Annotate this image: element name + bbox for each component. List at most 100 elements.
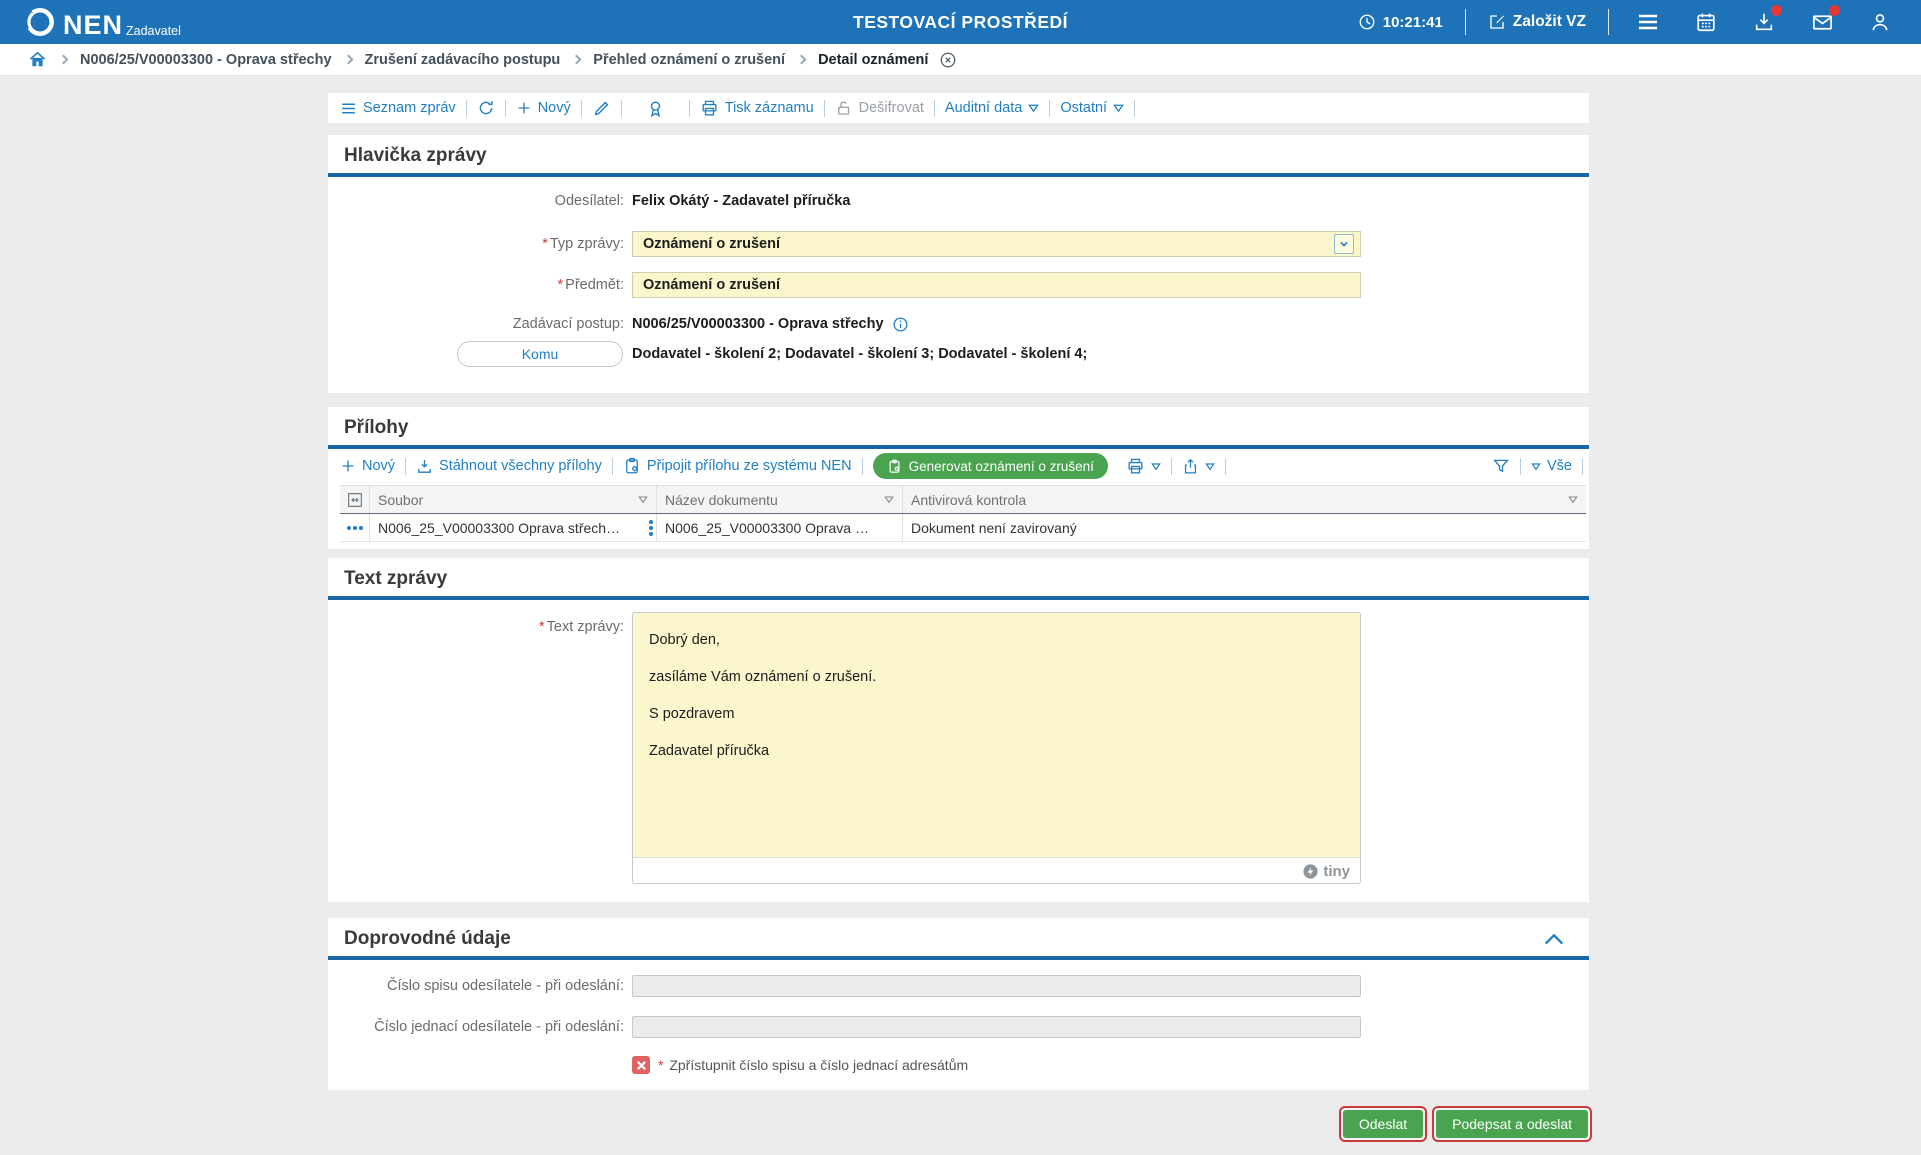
- triangle-down-icon: [1531, 462, 1541, 471]
- attachment-export-dropdown[interactable]: [1182, 458, 1215, 475]
- new-message-button[interactable]: Nový: [516, 100, 571, 116]
- decrypt-button[interactable]: Dešifrovat: [835, 99, 924, 117]
- topbar-controls: 10:21:41 Založit VZ: [1358, 0, 1893, 44]
- cell-antivirus: Dokument není zavirovaný: [903, 514, 1586, 541]
- section-underline: [328, 173, 1589, 177]
- ref-number-row: Číslo jednací odesílatele - při odeslání…: [328, 1016, 1589, 1038]
- editor-content[interactable]: Dobrý den, zasíláme Vám oznámení o zruše…: [633, 613, 1360, 857]
- recipients-value: Dodavatel - školení 2; Dodavatel - škole…: [632, 346, 1087, 362]
- row-menu-dots-icon: [347, 526, 351, 530]
- collapse-section-button[interactable]: [1543, 930, 1565, 953]
- close-tab-button[interactable]: [939, 51, 957, 69]
- info-icon[interactable]: [892, 316, 909, 333]
- printer-icon: [700, 99, 719, 118]
- generate-cancellation-button[interactable]: Generovat oznámení o zrušení: [873, 453, 1108, 479]
- section-message-text: Text zprávy *Text zprávy: Dobrý den, zas…: [328, 558, 1589, 902]
- triangle-down-icon: [1151, 462, 1161, 471]
- audit-data-dropdown[interactable]: Auditní data: [945, 100, 1039, 116]
- breadcrumb-item-overview[interactable]: Přehled oznámení o zrušení: [593, 52, 785, 68]
- procedure-label: Zadávací postup:: [328, 316, 624, 332]
- row-menu-button[interactable]: [340, 514, 370, 541]
- column-header-nazev[interactable]: Název dokumentu: [657, 486, 903, 513]
- message-type-label: *Typ zprávy:: [328, 236, 624, 252]
- downloads-button[interactable]: [1751, 9, 1777, 35]
- funnel-icon: [1492, 457, 1510, 475]
- person-icon: [1869, 11, 1891, 33]
- breadcrumb-item-cancellation[interactable]: Zrušení zadávacího postupu: [365, 52, 561, 68]
- refresh-button[interactable]: [477, 99, 495, 117]
- calendar-button[interactable]: [1693, 9, 1719, 35]
- column-filter-icon[interactable]: [638, 495, 648, 504]
- refresh-icon: [477, 99, 495, 117]
- messages-button[interactable]: [1809, 9, 1835, 35]
- cell-doc-name: N006_25_V00003300 Oprava střechy ...: [657, 514, 903, 541]
- nen-logo[interactable]: NEN Zadavatel: [22, 4, 181, 40]
- print-record-button[interactable]: Tisk záznamu: [700, 99, 814, 118]
- ref-number-input[interactable]: [632, 1016, 1361, 1038]
- column-filter-icon[interactable]: [884, 495, 894, 504]
- recipients-button[interactable]: Komu: [457, 341, 623, 367]
- procedure-value: N006/25/V00003300 - Oprava střechy: [632, 316, 909, 333]
- menu-button[interactable]: [1635, 9, 1661, 35]
- attach-from-nen-button[interactable]: Připojit přílohu ze systému NEN: [623, 457, 852, 475]
- file-number-input[interactable]: [632, 975, 1361, 997]
- subject-input[interactable]: [632, 272, 1361, 298]
- toolbar-divider: [1520, 458, 1521, 475]
- attachment-row[interactable]: N006_25_V00003300 Oprava střechy Oz... N…: [340, 514, 1586, 542]
- column-filter-icon[interactable]: [1568, 495, 1578, 504]
- toolbar-divider: [1582, 458, 1583, 475]
- attachment-new-button[interactable]: Nový: [340, 458, 395, 474]
- send-button[interactable]: Odeslat: [1343, 1110, 1423, 1138]
- attachment-print-dropdown[interactable]: [1126, 457, 1161, 476]
- filter-all-dropdown[interactable]: Vše: [1531, 458, 1572, 474]
- toolbar-divider: [505, 100, 506, 117]
- list-icon: [340, 100, 357, 117]
- tiny-brand-label: tiny: [1323, 863, 1350, 880]
- toolbar-divider: [689, 100, 690, 117]
- other-dropdown[interactable]: Ostatní: [1060, 100, 1124, 116]
- breadcrumb-item-procedure[interactable]: N006/25/V00003300 - Oprava střechy: [80, 52, 332, 68]
- footer-actions: Odeslat Podepsat a odeslat: [328, 1106, 1592, 1142]
- section-message-header: Hlavička zprávy Odesílatel: Felix Okátý …: [328, 135, 1589, 393]
- section-underline: [328, 956, 1589, 960]
- message-text-label: *Text zprávy:: [328, 619, 624, 635]
- home-button[interactable]: [28, 50, 47, 69]
- sign-and-send-button[interactable]: Podepsat a odeslat: [1436, 1110, 1588, 1138]
- breadcrumb: N006/25/V00003300 - Oprava střechy Zruše…: [0, 44, 1921, 76]
- filter-button[interactable]: [1492, 457, 1510, 475]
- column-header-soubor[interactable]: Soubor: [370, 486, 657, 513]
- home-icon: [28, 50, 47, 69]
- triangle-down-icon: [1113, 103, 1124, 113]
- downloads-badge: [1771, 5, 1782, 16]
- brand-text: NEN: [63, 10, 123, 40]
- share-numbers-checkbox[interactable]: [632, 1056, 650, 1074]
- cell-file: N006_25_V00003300 Oprava střechy Oz...: [370, 514, 657, 541]
- topbar-divider: [1608, 9, 1609, 35]
- section-title: Doprovodné údaje: [328, 918, 1589, 951]
- triangle-down-icon: [1028, 103, 1039, 113]
- certificate-button[interactable]: [646, 99, 665, 118]
- editor-paragraph: zasíláme Vám oznámení o zrušení.: [649, 666, 1344, 689]
- create-vz-button[interactable]: Založit VZ: [1488, 13, 1586, 31]
- select-dropdown-button[interactable]: [1334, 234, 1354, 254]
- column-chooser-button[interactable]: [340, 486, 370, 513]
- section-title: Přílohy: [328, 407, 1589, 440]
- clock: 10:21:41: [1358, 13, 1443, 31]
- rich-text-editor[interactable]: Dobrý den, zasíláme Vám oznámení o zruše…: [632, 612, 1361, 884]
- editor-paragraph: Dobrý den,: [649, 629, 1344, 652]
- edit-message-button[interactable]: [592, 99, 611, 118]
- message-type-select[interactable]: Oznámení o zrušení: [632, 231, 1361, 257]
- plus-icon: [516, 100, 532, 116]
- message-type-row: *Typ zprávy: Oznámení o zrušení: [328, 231, 1589, 257]
- section-underline: [328, 445, 1589, 449]
- circle-x-icon: [939, 51, 957, 69]
- cell-kebab-menu[interactable]: [649, 526, 653, 530]
- download-all-button[interactable]: Stáhnout všechny přílohy: [416, 458, 602, 475]
- recipients-row: Komu Dodavatel - školení 2; Dodavatel - …: [328, 341, 1589, 367]
- profile-button[interactable]: [1867, 9, 1893, 35]
- column-header-antivir[interactable]: Antivirová kontrola: [903, 486, 1586, 513]
- breadcrumb-separator: [343, 55, 353, 65]
- clipboard-gear-icon: [623, 457, 641, 475]
- message-list-button[interactable]: Seznam zpráv: [340, 100, 456, 117]
- tiny-logo-icon: [1302, 863, 1319, 880]
